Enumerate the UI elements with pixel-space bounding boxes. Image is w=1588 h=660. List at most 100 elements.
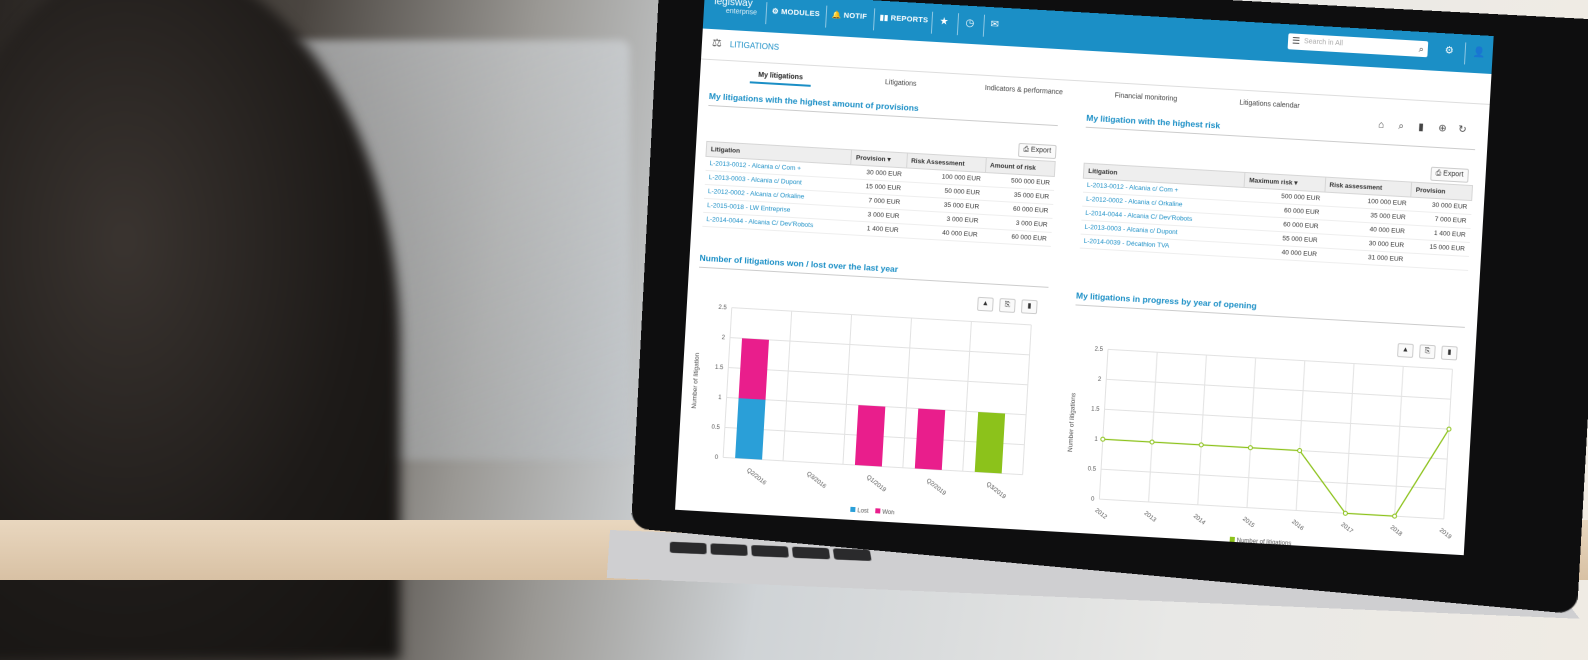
bell-icon: 🔔	[831, 9, 842, 20]
won-lost-bar-chart: 0 0.5 1 1.5 2 2.5 Q2/2016 Q3/2016 Q1/2019 Q2/2019…	[691, 305, 1032, 517]
x-tick-label: Q3/2019	[985, 481, 1007, 500]
star-icon[interactable]: ★	[939, 16, 949, 27]
gridline	[842, 314, 853, 465]
section-title-won-lost: Number of litigations won / lost over th…	[699, 252, 899, 275]
x-tick-label: 2012	[1093, 508, 1108, 521]
chart-icon[interactable]: ▮	[1418, 122, 1424, 133]
export-button[interactable]: ⎙ Export	[1430, 166, 1469, 183]
y-tick-label: 1	[1094, 437, 1098, 443]
laptop-screen: legisway enterprise ⚙ MODULES 🔔 NOTIF ▮▮…	[664, 0, 1503, 566]
x-tick-label: Q2/2019	[925, 478, 947, 497]
bar	[738, 338, 769, 400]
y-tick-label: 0	[1091, 497, 1095, 503]
gridline	[1104, 408, 1450, 430]
search-input[interactable]: ☰ Search in All ⌕	[1287, 33, 1429, 58]
gear-icon[interactable]: ⚙	[1444, 45, 1454, 56]
x-tick-label: Q2/2016	[745, 468, 767, 487]
gridline	[782, 311, 793, 461]
section-title-in-progress: My litigations in progress by year of op…	[1075, 290, 1257, 311]
data-point	[1100, 436, 1106, 442]
app-logo[interactable]: legisway enterprise	[714, 0, 758, 18]
in-progress-line-chart: 0 0.5 1 1.5 2 2.5 2012 2013 2014 2015 2016 2017 2018…	[1067, 347, 1453, 547]
notif-label: NOTIF	[843, 10, 868, 21]
data-point	[1297, 448, 1303, 454]
legend-label: Number of litigations	[1237, 538, 1292, 547]
logo-subtext: enterprise	[725, 7, 758, 17]
refresh-icon[interactable]: ↻	[1458, 124, 1467, 135]
data-point	[1392, 513, 1398, 519]
y-tick-label: 2.5	[1094, 347, 1103, 354]
x-tick-label: 2015	[1241, 516, 1256, 529]
y-tick-label: 1.5	[1091, 407, 1100, 414]
save-icon[interactable]: ⎘	[998, 298, 1016, 313]
y-tick-label: 2	[1098, 377, 1102, 383]
x-tick-label: Q3/2016	[805, 471, 827, 490]
gavel-icon: ⚖	[711, 37, 723, 50]
home-icon[interactable]: ⌂	[1378, 120, 1385, 131]
tab-indicators-performance[interactable]: Indicators & performance	[985, 85, 1063, 96]
modules-button[interactable]: ⚙ MODULES	[772, 6, 821, 18]
globe-icon: ⚙	[771, 6, 780, 16]
gridline	[1106, 378, 1451, 400]
bar	[914, 408, 946, 471]
legend-label: Won	[882, 510, 895, 517]
blurred-window	[150, 40, 630, 460]
key	[751, 544, 789, 558]
modules-label: MODULES	[780, 7, 821, 19]
reports-button[interactable]: ▮▮ REPORTS	[879, 13, 928, 25]
gridline	[1098, 349, 1109, 500]
search-icon[interactable]: ⌕	[1398, 121, 1404, 132]
divider	[982, 14, 986, 37]
data-point	[1198, 442, 1204, 448]
key	[832, 548, 872, 562]
y-tick-label: 2	[721, 335, 725, 341]
divider	[1075, 304, 1465, 328]
risk-table: Litigation Maximum risk ▾ Risk assessmen…	[1079, 163, 1473, 271]
gridline	[728, 367, 1028, 386]
y-tick-label: 2.5	[718, 305, 727, 312]
export-label: Export	[1443, 170, 1464, 179]
chart-icon[interactable]: ▮	[1020, 299, 1038, 315]
data-point	[1247, 445, 1253, 451]
tab-litigations[interactable]: Litigations	[885, 79, 917, 88]
x-tick-label: 2013	[1143, 511, 1158, 524]
y-tick-label: 1	[718, 395, 722, 401]
divider	[956, 13, 960, 36]
cell	[1406, 252, 1469, 271]
chat-icon[interactable]: ✉	[990, 19, 999, 30]
x-tick-label: Q1/2019	[865, 475, 887, 494]
app-window: legisway enterprise ⚙ MODULES 🔔 NOTIF ▮▮…	[675, 0, 1494, 556]
export-label: Export	[1030, 146, 1052, 155]
gridline	[1148, 352, 1158, 502]
legend-swatch	[875, 508, 881, 514]
notif-button[interactable]: 🔔 NOTIF	[832, 10, 868, 21]
divider	[1085, 126, 1476, 151]
tab-financial-monitoring[interactable]: Financial monitoring	[1114, 92, 1177, 103]
gridline	[1344, 363, 1355, 514]
menu-icon[interactable]: ☰	[1292, 35, 1301, 45]
export-button[interactable]: ⎙ Export	[1017, 142, 1057, 160]
y-tick-label: 0	[715, 455, 719, 461]
add-document-icon[interactable]: ⊕	[1438, 123, 1447, 134]
tab-litigations-calendar[interactable]: Litigations calendar	[1239, 100, 1300, 110]
bar-type-icon[interactable]: ▲	[977, 296, 994, 312]
bar	[735, 398, 766, 460]
gridline	[962, 321, 972, 472]
y-tick-label: 1.5	[715, 365, 724, 372]
x-tick-label: 2014	[1192, 513, 1207, 526]
divider	[1463, 42, 1467, 65]
user-icon[interactable]: 👤	[1472, 47, 1485, 59]
reports-label: REPORTS	[890, 13, 929, 25]
clock-icon[interactable]: ◷	[965, 18, 974, 29]
data-point	[1342, 510, 1348, 516]
gridline	[722, 307, 733, 458]
blurred-person	[0, 0, 400, 660]
divider	[872, 8, 876, 31]
search-icon[interactable]: ⌕	[1418, 41, 1424, 57]
data-point	[1446, 426, 1452, 432]
bar-chart-icon: ▮▮	[879, 12, 889, 23]
legend-swatch	[1229, 536, 1235, 542]
tab-my-litigations[interactable]: My litigations	[758, 72, 803, 82]
x-tick-label: 2018	[1389, 525, 1404, 538]
y-tick-label: 0.5	[711, 425, 720, 432]
